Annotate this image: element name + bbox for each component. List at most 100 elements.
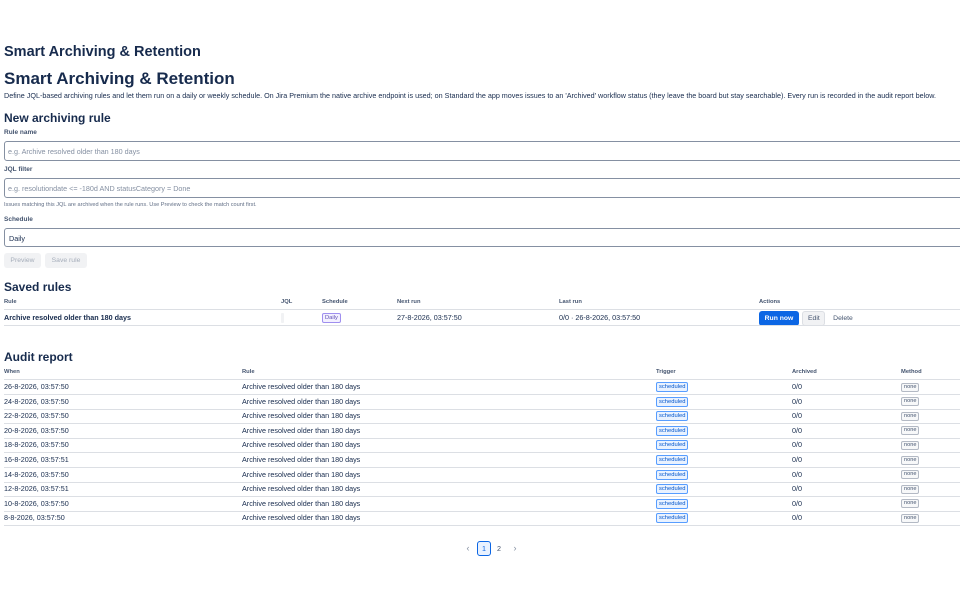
method-badge: none: [901, 513, 920, 523]
audit-archived: 0/0: [792, 440, 802, 450]
audit-rule: Archive resolved older than 180 days: [242, 484, 361, 494]
preview-button[interactable]: Preview: [4, 253, 41, 268]
run-now-button[interactable]: Run now: [759, 311, 799, 326]
saved-rule-next-run: 27-8-2026, 03:57:50: [397, 313, 462, 322]
method-badge: none: [901, 411, 920, 421]
audit-archived: 0/0: [792, 382, 802, 391]
page-1-button[interactable]: 1: [477, 541, 491, 556]
delete-rule-button[interactable]: Delete: [828, 311, 858, 326]
row-divider: [4, 496, 960, 498]
audit-when: 10-8-2026, 03:57:50: [4, 498, 69, 508]
column-header-archived: Archived: [792, 369, 817, 375]
audit-when: 24-8-2026, 03:57:50: [4, 396, 69, 406]
audit-archived: 0/0: [792, 513, 802, 523]
column-header-rule: Rule: [242, 369, 255, 375]
chevron-right-icon[interactable]: ›: [510, 541, 520, 556]
trigger-badge: scheduled: [656, 411, 689, 422]
method-badge: none: [901, 484, 920, 494]
schedule-select[interactable]: Daily: [4, 228, 960, 247]
app-title: Smart Archiving & Retention: [4, 44, 201, 60]
trigger-badge: scheduled: [656, 425, 689, 436]
column-header-schedule: Schedule: [322, 299, 348, 305]
jql-filter-input[interactable]: [4, 178, 960, 198]
audit-archived: 0/0: [792, 396, 802, 406]
page-title: Smart Archiving & Retention: [4, 69, 235, 88]
chevron-left-icon[interactable]: ‹: [463, 541, 473, 556]
row-divider: [4, 525, 960, 527]
schedule-label: Schedule: [4, 216, 33, 223]
column-header-rule: Rule: [4, 299, 17, 305]
trigger-badge: scheduled: [656, 498, 689, 509]
audit-rule: Archive resolved older than 180 days: [242, 455, 361, 464]
saved-rules-heading: Saved rules: [4, 280, 72, 294]
method-badge: none: [901, 382, 920, 392]
row-divider: [4, 510, 960, 512]
row-divider: [4, 467, 960, 468]
trigger-badge: scheduled: [656, 440, 689, 451]
audit-rule: Archive resolved older than 180 days: [242, 513, 361, 523]
page-description: Define JQL-based archiving rules and let…: [4, 91, 937, 100]
audit-when: 14-8-2026, 03:57:50: [4, 469, 69, 479]
trigger-badge: scheduled: [656, 396, 689, 407]
column-header-method: Method: [901, 369, 922, 375]
method-badge: none: [901, 455, 920, 465]
row-divider: [4, 325, 960, 326]
save-rule-button[interactable]: Save rule: [45, 253, 87, 268]
audit-when: 8-8-2026, 03:57:50: [4, 513, 65, 523]
audit-archived: 0/0: [792, 411, 802, 421]
jql-helper-text: Issues matching this JQL are archived wh…: [4, 202, 257, 208]
trigger-badge: scheduled: [656, 513, 689, 524]
row-divider: [4, 408, 960, 410]
row-divider: [4, 481, 960, 483]
method-badge: none: [901, 470, 920, 480]
audit-header-divider: [4, 379, 960, 380]
column-header-when: When: [4, 369, 20, 375]
trigger-badge: scheduled: [656, 455, 689, 465]
table-header-divider: [4, 309, 960, 310]
column-header-jql: JQL: [281, 299, 293, 305]
trigger-badge: scheduled: [656, 484, 689, 495]
edit-rule-button[interactable]: Edit: [802, 311, 825, 326]
audit-when: 22-8-2026, 03:57:50: [4, 411, 69, 421]
method-badge: none: [901, 426, 920, 436]
saved-rule-last-run: 0/0 · 26-8-2026, 03:57:50: [559, 313, 641, 322]
method-badge: none: [901, 440, 920, 450]
new-rule-heading: New archiving rule: [4, 111, 111, 125]
audit-rule: Archive resolved older than 180 days: [242, 382, 361, 391]
trigger-badge: scheduled: [656, 469, 689, 480]
column-header-trigger: Trigger: [656, 369, 676, 375]
saved-rule-schedule-badge: Daily: [322, 313, 341, 323]
audit-rule: Archive resolved older than 180 days: [242, 396, 361, 406]
audit-rule: Archive resolved older than 180 days: [242, 469, 361, 479]
saved-rule-name: Archive resolved older than 180 days: [4, 313, 132, 322]
audit-when: 16-8-2026, 03:57:51: [4, 455, 69, 464]
trigger-badge: scheduled: [656, 382, 689, 392]
row-divider: [4, 452, 960, 454]
page-2-button[interactable]: 2: [492, 541, 506, 556]
audit-rule: Archive resolved older than 180 days: [242, 498, 361, 508]
column-header-last-run: Last run: [559, 299, 582, 305]
audit-rule: Archive resolved older than 180 days: [242, 425, 361, 435]
audit-when: 12-8-2026, 03:57:51: [4, 484, 69, 494]
jql-filter-label: JQL filter: [4, 166, 33, 173]
audit-archived: 0/0: [792, 425, 802, 435]
audit-report-heading: Audit report: [4, 350, 73, 364]
audit-rule: Archive resolved older than 180 days: [242, 411, 361, 421]
audit-archived: 0/0: [792, 469, 802, 479]
audit-when: 18-8-2026, 03:57:50: [4, 440, 69, 450]
audit-when: 20-8-2026, 03:57:50: [4, 425, 69, 435]
rule-name-label: Rule name: [4, 129, 37, 136]
audit-archived: 0/0: [792, 498, 802, 508]
audit-archived: 0/0: [792, 484, 802, 494]
audit-archived: 0/0: [792, 455, 802, 464]
row-divider: [4, 394, 960, 395]
audit-when: 26-8-2026, 03:57:50: [4, 382, 69, 391]
audit-rule: Archive resolved older than 180 days: [242, 440, 361, 450]
column-header-next-run: Next run: [397, 299, 421, 305]
method-badge: none: [901, 397, 920, 407]
method-badge: none: [901, 499, 920, 509]
row-divider: [4, 437, 960, 439]
saved-rule-jql: [281, 313, 284, 323]
rule-name-input[interactable]: [4, 141, 960, 161]
column-header-actions: Actions: [759, 299, 781, 305]
